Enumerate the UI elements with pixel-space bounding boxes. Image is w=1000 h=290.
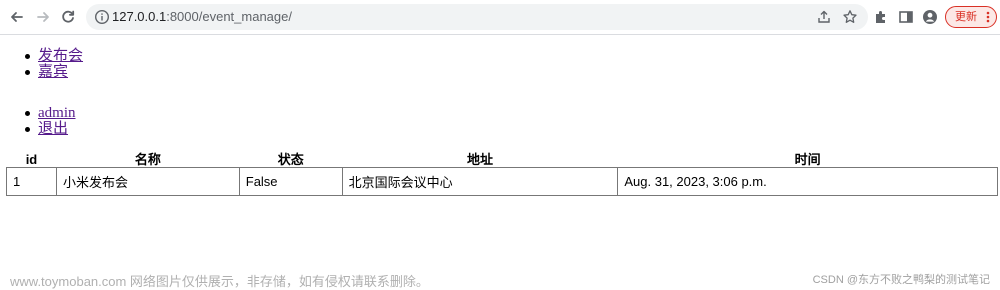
url-host: 127.0.0.1 bbox=[112, 9, 167, 24]
site-info-icon[interactable] bbox=[94, 9, 110, 25]
column-header-status: 状态 bbox=[277, 152, 304, 167]
cell-name: 小米发布会 bbox=[55, 167, 240, 196]
table-row: 1 小米发布会 False 北京国际会议中心 Aug. 31, 2023, 3:… bbox=[6, 167, 998, 196]
nav-link-guests[interactable]: 嘉宾 bbox=[38, 64, 68, 80]
column-header-id: id bbox=[25, 152, 38, 167]
cell-time: Aug. 31, 2023, 3:06 p.m. bbox=[617, 167, 998, 196]
back-button[interactable] bbox=[6, 6, 28, 28]
cell-id: 1 bbox=[6, 167, 57, 196]
address-bar[interactable]: 127.0.0.1:8000/event_manage/ bbox=[86, 4, 868, 30]
nav-item-user: admin bbox=[0, 105, 76, 121]
reload-icon bbox=[62, 10, 75, 23]
profile-avatar-icon[interactable] bbox=[922, 9, 938, 25]
update-label: 更新 bbox=[955, 10, 977, 23]
nav-link-events[interactable]: 发布会 bbox=[38, 48, 83, 64]
main-nav: 发布会 嘉宾 bbox=[0, 48, 83, 80]
reload-button[interactable] bbox=[57, 6, 79, 28]
cell-status: False bbox=[238, 167, 343, 196]
column-header-time: 时间 bbox=[794, 152, 821, 167]
event-table: id 名称 状态 地址 时间 1 小米发布会 False 北京国际会议中心 Au… bbox=[6, 152, 998, 196]
browser-toolbar: 127.0.0.1:8000/event_manage/ 更新 bbox=[0, 0, 1000, 35]
nav-item-logout: 退出 bbox=[0, 121, 76, 137]
credit-text: CSDN @东方不败之鸭梨的测试笔记 bbox=[812, 274, 990, 286]
user-link[interactable]: admin bbox=[38, 105, 76, 121]
column-header-address: 地址 bbox=[467, 152, 494, 167]
nav-item-guests: 嘉宾 bbox=[0, 64, 83, 80]
url-path: :8000/event_manage/ bbox=[166, 9, 292, 24]
back-arrow-icon bbox=[11, 12, 23, 22]
page-content: 发布会 嘉宾 admin 退出 id 名称 状态 地址 时间 1 小米发布会 F… bbox=[0, 35, 1000, 288]
user-nav: admin 退出 bbox=[0, 105, 76, 137]
logout-link[interactable]: 退出 bbox=[38, 121, 68, 137]
column-header-name: 名称 bbox=[134, 152, 161, 167]
nav-item-events: 发布会 bbox=[0, 48, 83, 64]
table-header-row: id 名称 状态 地址 时间 bbox=[7, 152, 998, 168]
forward-arrow-icon bbox=[37, 12, 49, 22]
update-button[interactable]: 更新 bbox=[945, 6, 997, 28]
side-panel-icon[interactable] bbox=[898, 9, 914, 25]
watermark-text: www.toymoban.com 网络图片仅供展示，非存储，如有侵权请联系删除。 bbox=[10, 274, 429, 289]
bookmark-star-icon[interactable] bbox=[842, 9, 858, 25]
share-icon[interactable] bbox=[816, 9, 832, 25]
extensions-icon[interactable] bbox=[873, 9, 889, 25]
url-text[interactable]: 127.0.0.1:8000/event_manage/ bbox=[112, 9, 292, 25]
forward-button[interactable] bbox=[32, 6, 54, 28]
cell-address: 北京国际会议中心 bbox=[341, 167, 619, 196]
more-menu-icon bbox=[986, 11, 990, 23]
